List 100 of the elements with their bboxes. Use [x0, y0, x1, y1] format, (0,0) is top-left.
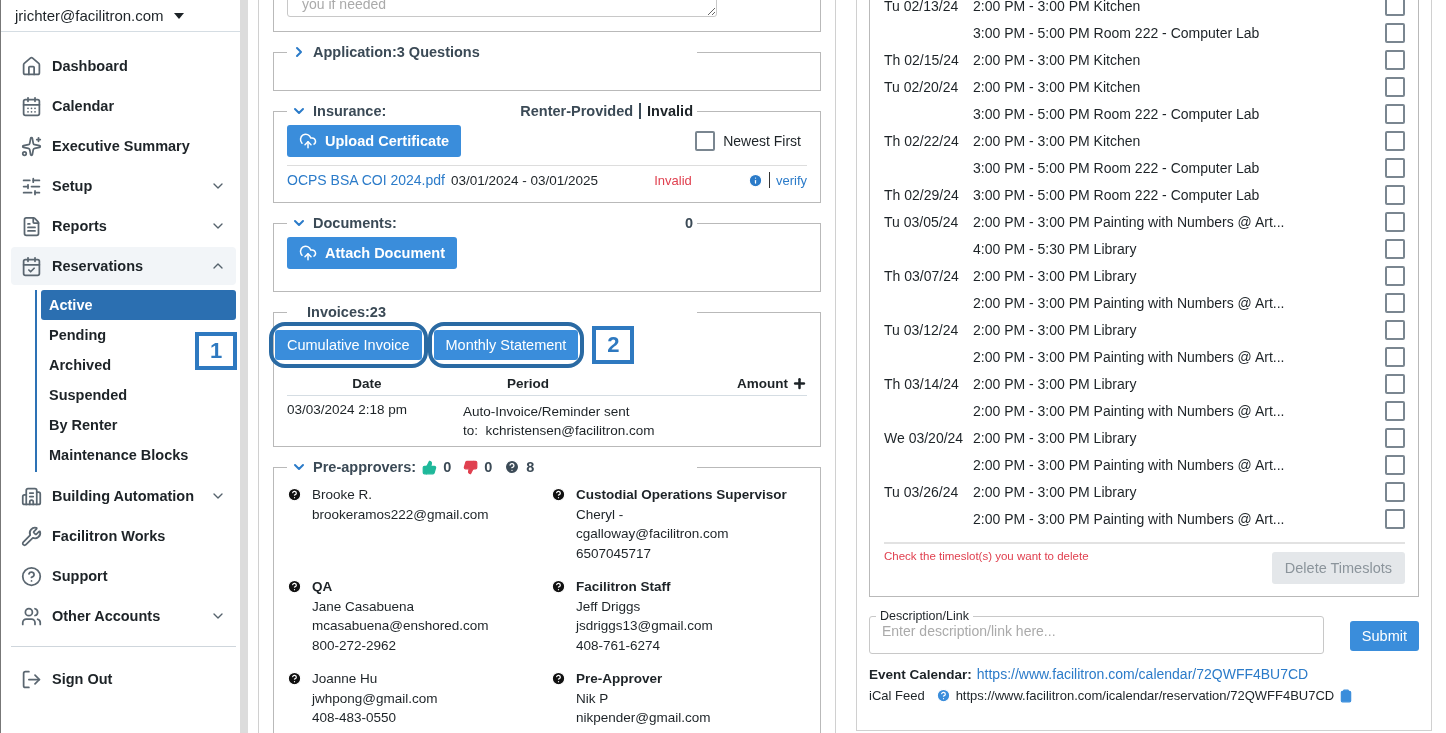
approver-role: Custodial Operations Supervisor	[576, 486, 787, 504]
certificate-dates: 03/01/2024 - 03/01/2025	[451, 172, 599, 188]
slot-time: 2:00 PM - 3:00 PM Painting with Numbers @ Art...	[973, 510, 1286, 527]
ical-feed-url: https://www.facilitron.com/icalendar/reservation/72QWFF4BU7CD	[955, 688, 1335, 703]
document-count: 0	[684, 215, 693, 231]
nav-item[interactable]: Support	[11, 557, 236, 595]
nav-item[interactable]: Building Automation	[11, 477, 236, 515]
callout-number: 2	[592, 326, 635, 364]
sign-out-icon	[21, 668, 42, 690]
insurance-status: Invalid	[647, 103, 693, 119]
slot-checkbox[interactable]	[1385, 238, 1405, 259]
certificate-status: Invalid	[654, 172, 692, 188]
nav-item[interactable]: Other Accounts	[11, 597, 236, 635]
question-icon	[551, 671, 566, 686]
event-calendar-link[interactable]: https://www.facilitron.com/calendar/72QWFF4BU7CD	[976, 666, 1309, 682]
slot-checkbox[interactable]	[1385, 76, 1405, 97]
nav-item[interactable]: Facilitron Works	[11, 517, 236, 555]
section-title: Application:3 Questions	[313, 44, 481, 60]
slot-time: 2:00 PM - 3:00 PM Kitchen	[973, 51, 1142, 68]
account-email[interactable]: jrichter@facilitron.com	[15, 7, 164, 24]
approver-detail: Nik P	[576, 689, 610, 708]
nav-subitem[interactable]: Archived	[41, 350, 120, 380]
nav-item[interactable]: Reports	[11, 207, 236, 245]
slot-checkbox[interactable]	[1385, 427, 1405, 448]
approver-role: QA	[312, 578, 334, 596]
slot-checkbox[interactable]	[1385, 130, 1405, 151]
approved-count: 0	[443, 459, 452, 475]
slot-checkbox[interactable]	[1385, 400, 1405, 421]
info-icon[interactable]	[747, 172, 763, 188]
clipboard-icon[interactable]	[1339, 688, 1354, 703]
approver-detail: Jane Casabuena	[312, 597, 416, 616]
slot-day: Th 03/14/24	[884, 375, 959, 392]
slot-checkbox[interactable]	[1385, 346, 1405, 367]
section-title: Invoices:23	[307, 304, 387, 320]
sliders-icon	[21, 175, 42, 197]
question-icon	[287, 579, 302, 594]
nav-item[interactable]: Executive Summary	[11, 127, 236, 165]
approver-detail: jwhpong@gmail.com	[312, 689, 438, 708]
calendar-check-icon	[21, 255, 42, 277]
rejected-count: 0	[484, 459, 493, 475]
add-icon[interactable]	[792, 376, 807, 391]
slot-time: 2:00 PM - 3:00 PM Painting with Numbers @ Art...	[973, 348, 1286, 365]
slot-time: 2:00 PM - 3:00 PM Kitchen	[973, 132, 1142, 149]
nav-item[interactable]: Setup	[11, 167, 236, 205]
slot-checkbox[interactable]	[1385, 319, 1405, 340]
nav-subitem[interactable]: Pending	[41, 320, 115, 350]
newest-first-checkbox[interactable]	[695, 131, 716, 151]
slot-checkbox[interactable]	[1385, 184, 1405, 205]
slot-time: 3:00 PM - 5:00 PM Room 222 - Computer Lab	[973, 186, 1261, 203]
question-icon	[287, 487, 302, 502]
slot-checkbox[interactable]	[1385, 211, 1405, 232]
description-field[interactable]: Description/Link Enter description/link here...	[869, 609, 1324, 654]
slot-time: 2:00 PM - 3:00 PM Library	[973, 375, 1138, 392]
slot-time: 2:00 PM - 3:00 PM Library	[973, 429, 1138, 446]
slot-checkbox[interactable]	[1385, 157, 1405, 178]
section-title: Documents:	[313, 215, 398, 231]
nav-item[interactable]: Reservations	[11, 247, 236, 285]
nav-item[interactable]: Calendar	[11, 87, 236, 125]
slot-day: Th 02/15/24	[884, 51, 959, 68]
cloud-upload-icon	[299, 244, 317, 262]
slot-checkbox[interactable]	[1385, 373, 1405, 394]
slot-day: We 03/20/24	[884, 429, 964, 446]
people-icon	[21, 605, 42, 627]
column-header: Amount	[737, 376, 788, 391]
nav-item[interactable]: Dashboard	[11, 47, 236, 85]
slot-day: Th 02/22/24	[884, 132, 959, 149]
nav-subitem[interactable]: Active	[41, 290, 236, 320]
slot-checkbox[interactable]	[1385, 265, 1405, 286]
approver-detail: jsdriggs13@gmail.com	[576, 617, 713, 635]
column-header: Period	[507, 376, 549, 391]
slot-checkbox[interactable]	[1385, 508, 1405, 529]
slot-time: 3:00 PM - 5:00 PM Room 222 - Computer Lab	[973, 24, 1261, 41]
slot-checkbox[interactable]	[1385, 49, 1405, 70]
nav-subitem[interactable]: Maintenance Blocks	[41, 440, 197, 470]
slot-checkbox[interactable]	[1385, 0, 1405, 16]
approver-detail: Jeff Driggs	[576, 597, 642, 616]
approver-detail: brookeramos222@gmail.com	[312, 505, 489, 524]
slot-checkbox[interactable]	[1385, 292, 1405, 313]
approver-detail: 6507045717	[576, 544, 653, 563]
approver-role: Facilitron Staff	[576, 578, 672, 596]
approver-detail: Joanne Hu	[312, 670, 379, 688]
slot-checkbox[interactable]	[1385, 103, 1405, 124]
slot-time: 2:00 PM - 3:00 PM Kitchen	[973, 78, 1142, 95]
caret-down-icon[interactable]	[173, 12, 184, 19]
slot-day: Th 02/29/24	[884, 186, 959, 203]
scrollbar[interactable]	[240, 0, 248, 733]
event-calendar-label: Event Calendar:	[869, 666, 972, 682]
slot-time: 2:00 PM - 3:00 PM Painting with Numbers @ Art...	[973, 294, 1286, 311]
help-icon[interactable]	[935, 688, 951, 703]
slot-time: 3:00 PM - 5:00 PM Room 222 - Computer Lab	[973, 159, 1261, 176]
slot-checkbox[interactable]	[1385, 454, 1405, 475]
nav-subitem[interactable]: By Renter	[41, 410, 126, 440]
sign-out-item[interactable]: Sign Out	[11, 660, 236, 698]
nav-subitem[interactable]: Suspended	[41, 380, 136, 410]
slot-checkbox[interactable]	[1385, 481, 1405, 502]
checkbox-label: Newest First	[723, 133, 801, 149]
verify-link[interactable]: verify	[775, 172, 807, 188]
slot-checkbox[interactable]	[1385, 22, 1405, 43]
approver-detail: nikpender@gmail.com	[576, 709, 711, 727]
certificate-link[interactable]: OCPS BSA COI 2024.pdf	[287, 172, 445, 188]
